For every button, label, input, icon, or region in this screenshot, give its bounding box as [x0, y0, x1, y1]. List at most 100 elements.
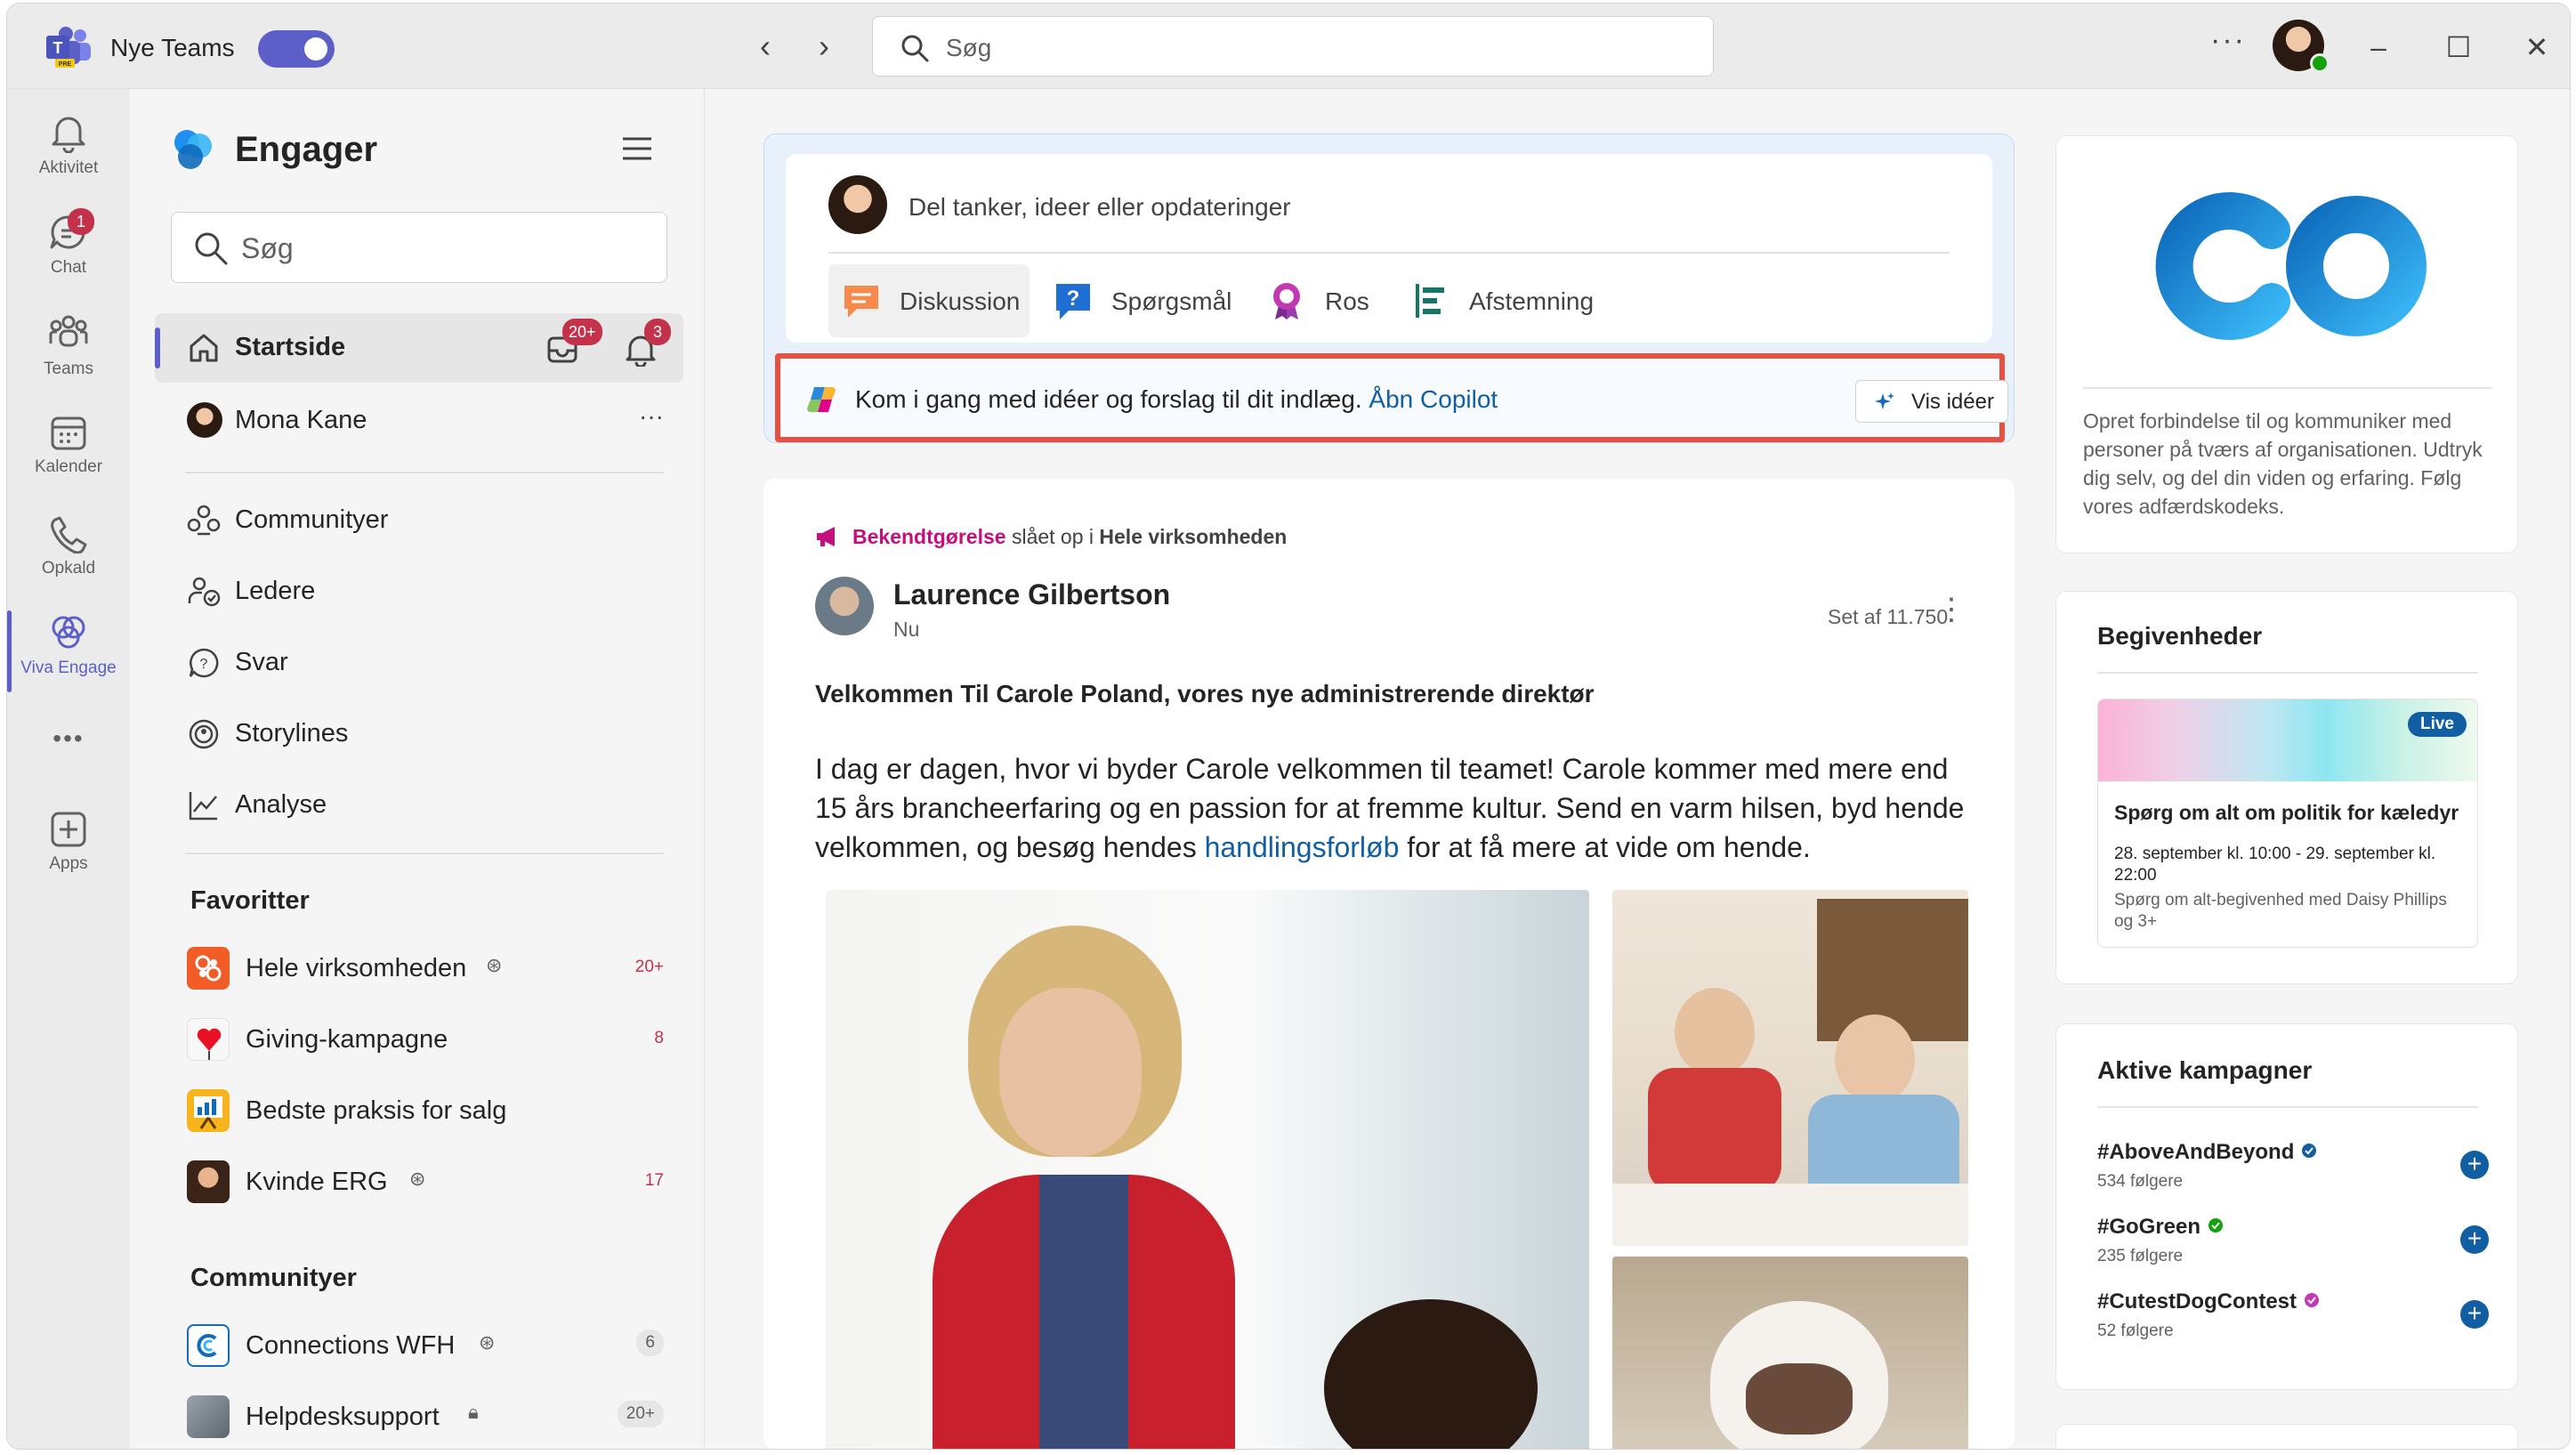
- events-heading: Begivenheder: [2097, 622, 2263, 650]
- feed-post: Bekendtgørelse slået op i Hele virksomhe…: [763, 479, 2015, 1449]
- engage-search-input[interactable]: Søg: [171, 212, 667, 283]
- community-item[interactable]: Helpdesksupport 🔒︎ 20+: [155, 1383, 683, 1449]
- maximize-button[interactable]: ☐: [2436, 25, 2481, 69]
- post-image-woman-presenting[interactable]: [826, 890, 1589, 1449]
- follow-campaign-button[interactable]: +: [2460, 1225, 2489, 1254]
- nav-item-answers[interactable]: ? Svar: [155, 628, 683, 698]
- community-item[interactable]: Connections WFH ⊛ 6: [155, 1312, 683, 1381]
- favorite-item[interactable]: Hele virksomheden ⊛ 20+: [155, 934, 683, 1004]
- post-type-question[interactable]: ? Spørgsmål: [1040, 264, 1245, 337]
- community-description: Opret forbindelse til og kommuniker med …: [2083, 409, 2483, 518]
- more-options-button[interactable]: ···: [2210, 23, 2246, 58]
- divider: [2083, 387, 2492, 389]
- nav-label: Communityer: [235, 505, 389, 534]
- svg-text:?: ?: [1067, 287, 1080, 311]
- back-button[interactable]: ‹: [746, 27, 785, 66]
- menu-icon[interactable]: [621, 135, 653, 162]
- campaign-tag[interactable]: #AboveAndBeyond: [2097, 1140, 2294, 1164]
- campaign-item[interactable]: #AboveAndBeyond 534 følgere +: [2097, 1140, 2489, 1202]
- copilot-prompt: Kom i gang med idéer og forslag til dit …: [855, 385, 1362, 413]
- campaign-item[interactable]: #GoGreen 235 følgere +: [2097, 1215, 2489, 1277]
- favorite-label: Kvinde ERG: [246, 1168, 388, 1196]
- nav-item-user-storyline[interactable]: Mona Kane ···: [155, 386, 683, 456]
- favorite-item[interactable]: Kvinde ERG ⊛ 17: [155, 1148, 683, 1217]
- search-icon: [195, 232, 228, 265]
- rail-item-calls[interactable]: Opkald: [7, 513, 130, 602]
- forward-button[interactable]: ›: [804, 27, 844, 66]
- close-button[interactable]: ✕: [2515, 25, 2559, 69]
- rail-item-chat[interactable]: Chat 1: [7, 208, 130, 301]
- post-type-poll[interactable]: Afstemning: [1398, 264, 1608, 337]
- rail-label: Kalender: [34, 457, 103, 476]
- copilot-text: Kom i gang med idéer og forslag til dit …: [855, 385, 1498, 414]
- storyline-link[interactable]: handlingsforløb: [1205, 831, 1400, 863]
- campaign-tag[interactable]: #CutestDogContest: [2097, 1289, 2297, 1314]
- main-feed: Del tanker, ideer eller opdateringer Dis…: [705, 89, 2570, 1449]
- rail-item-calendar[interactable]: Kalender: [7, 413, 130, 502]
- viva-engage-icon: [52, 616, 85, 649]
- composer-input[interactable]: Del tanker, ideer eller opdateringer: [908, 193, 1291, 222]
- discussion-icon: [844, 286, 878, 318]
- campaign-followers: 534 følgere: [2097, 1172, 2184, 1191]
- posted-in-text: slået op i: [1011, 525, 1094, 548]
- chart-board-icon: [187, 1089, 230, 1132]
- divider: [2097, 1106, 2478, 1108]
- minimize-button[interactable]: –: [2356, 25, 2401, 69]
- campaigns-card: Aktive kampagner #AboveAndBeyond 534 føl…: [2055, 1023, 2518, 1390]
- verified-icon: ⊛: [409, 1168, 426, 1190]
- author-name[interactable]: Laurence Gilbertson: [893, 578, 1170, 611]
- posted-in-community[interactable]: Hele virksomheden: [1099, 525, 1287, 548]
- announcement-type[interactable]: Bekendtgørelse: [852, 525, 1006, 548]
- rail-item-viva-engage[interactable]: Viva Engage: [7, 603, 130, 692]
- campaign-item[interactable]: #CutestDogContest 52 følgere +: [2097, 1289, 2489, 1352]
- user-more-button[interactable]: ···: [639, 402, 664, 431]
- campaign-tag[interactable]: #GoGreen: [2097, 1215, 2201, 1239]
- post-image-bulldog[interactable]: [1612, 1257, 1968, 1449]
- event-item[interactable]: Live Spørg om alt om politik for kæledyr…: [2097, 699, 2478, 948]
- favorite-item[interactable]: Bedste praksis for salg: [155, 1077, 683, 1146]
- post-image-family-reading[interactable]: [1612, 890, 1968, 1246]
- unread-count: 8: [654, 1029, 664, 1047]
- rail-label: Viva Engage: [20, 659, 117, 677]
- campaign-followers: 52 følgere: [2097, 1322, 2174, 1340]
- communities-icon: [187, 505, 221, 536]
- nav-label: Svar: [235, 648, 288, 676]
- divider: [185, 472, 664, 473]
- rail-label: Opkald: [41, 559, 96, 578]
- event-date: 28. september kl. 10:00 - 29. september …: [2114, 845, 2436, 885]
- search-placeholder: Søg: [946, 34, 992, 61]
- rail-more-button[interactable]: •••: [7, 724, 130, 760]
- global-search-input[interactable]: Søg: [872, 16, 1714, 77]
- open-copilot-link[interactable]: Åbn Copilot: [1369, 385, 1498, 413]
- follow-campaign-button[interactable]: +: [2460, 1151, 2489, 1179]
- app-rail: Aktivitet Chat 1 Teams Kalender Opkald V…: [7, 89, 130, 1449]
- composer: Del tanker, ideer eller opdateringer Dis…: [786, 154, 1992, 343]
- notification-badge: 3: [644, 319, 671, 345]
- nav-item-home[interactable]: Startside 20+ 3: [155, 313, 683, 383]
- show-ideas-button[interactable]: Vis idéer: [1855, 380, 2008, 423]
- campaign-followers: 235 følgere: [2097, 1247, 2184, 1265]
- nav-item-communities[interactable]: Communityer: [155, 486, 683, 555]
- post-more-button[interactable]: ⋮: [1936, 594, 1966, 625]
- nav-item-leaders[interactable]: Ledere: [155, 557, 683, 626]
- next-card: [2055, 1424, 2518, 1449]
- community-avatar: [187, 1160, 230, 1203]
- new-teams-toggle[interactable]: [258, 30, 335, 68]
- nav-item-storylines[interactable]: Storylines: [155, 699, 683, 769]
- follow-campaign-button[interactable]: +: [2460, 1300, 2489, 1329]
- author-avatar[interactable]: [815, 577, 874, 635]
- rail-item-activity[interactable]: Aktivitet: [7, 112, 130, 201]
- seen-count[interactable]: Set af 11.750: [1828, 605, 1948, 629]
- nav-item-analytics[interactable]: Analyse: [155, 771, 683, 840]
- app-name: Nye Teams: [110, 34, 235, 61]
- favorite-item[interactable]: Giving-kampagne 8: [155, 1006, 683, 1075]
- unread-count: 20+: [634, 958, 664, 976]
- post-type-praise[interactable]: Ros: [1254, 264, 1387, 337]
- helpdesk-icon: [187, 1395, 230, 1438]
- favorites-heading: Favoritter: [190, 886, 310, 915]
- home-icon: [190, 334, 218, 362]
- rail-item-teams[interactable]: Teams: [7, 313, 130, 402]
- inbox-badge: 20+: [562, 319, 602, 345]
- post-type-discussion[interactable]: Diskussion: [828, 264, 1030, 337]
- rail-item-apps[interactable]: Apps: [7, 810, 130, 899]
